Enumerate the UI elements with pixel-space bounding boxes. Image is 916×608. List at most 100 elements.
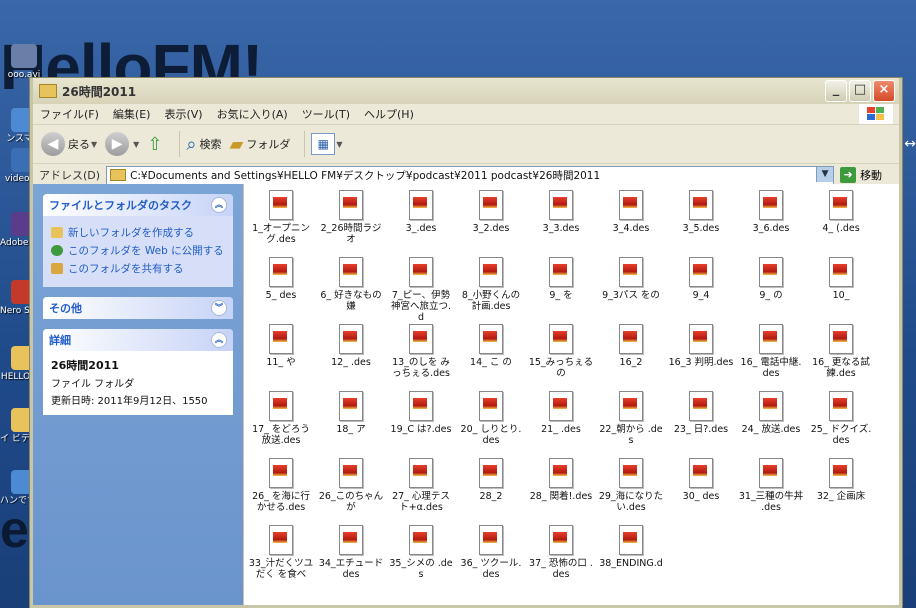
file-item[interactable]: 9_3パス をの [598,257,664,301]
file-item[interactable]: 33_汁だくツユだく を食べ [248,525,314,580]
file-item[interactable]: 35_シメの .des [388,525,454,580]
file-item[interactable]: 30_ des [668,458,734,502]
file-item[interactable]: 11_ や [248,324,314,368]
des-file-icon [479,257,503,287]
file-item[interactable]: 25_ ドクイズ.des [808,391,874,446]
resize-cursor-icon: ↔ [904,136,916,152]
file-name: 8_小野くんの計画.des [461,290,521,312]
folders-icon: ▰ [229,133,244,155]
tasks-panel-header[interactable]: ファイルとフォルダのタスク ︽ [43,194,233,216]
file-item[interactable]: 3_5.des [668,190,734,234]
other-panel-header[interactable]: その他 ︾ [43,297,233,319]
file-item[interactable]: 15_みっちぇるの [528,324,594,379]
file-item[interactable]: 34_エチュード des [318,525,384,580]
file-item[interactable]: 26_ を海に行かせる.des [248,458,314,513]
file-item[interactable]: 3_3.des [528,190,594,234]
file-item[interactable]: 22_朝から .des [598,391,664,446]
file-item[interactable]: 16_ 電話中継.des [738,324,804,379]
file-item[interactable]: 6_ 好きなもの嫌 [318,257,384,312]
address-dropdown-icon[interactable]: ▼ [816,166,834,182]
file-item[interactable]: 18_ ア [318,391,384,435]
file-name: 23_ 日?.des [673,424,729,435]
des-file-icon [619,391,643,421]
des-file-icon [549,190,573,220]
menu-edit[interactable]: 編集(E) [106,106,158,122]
file-item[interactable]: 9_4 [668,257,734,301]
file-list-view[interactable]: 1_オープニング.des 2_26時間ラジオ 3_.des 3_2.des 3_3.de… [243,184,899,605]
file-item[interactable]: 16_3 判明.des [668,324,734,368]
des-file-icon [689,257,713,287]
content-area: ファイルとフォルダのタスク ︽ 新しいフォルダを作成する このフォルダを Web… [33,184,899,605]
file-item[interactable]: 5_ des [248,257,314,301]
file-item[interactable]: 28_ 関着!.des [528,458,594,502]
close-button[interactable]: × [873,80,895,102]
file-item[interactable]: 27_ 心理テスト+α.des [388,458,454,513]
search-button[interactable]: ⌕ 検索 [186,134,221,155]
menu-tools[interactable]: ツール(T) [295,106,357,122]
menu-file[interactable]: ファイル(F) [33,106,106,122]
file-item[interactable]: 2_26時間ラジオ [318,190,384,245]
back-button[interactable]: ◀ 戻る ▼ [41,132,97,156]
file-item[interactable]: 28_2 [458,458,524,502]
expand-icon[interactable]: ︾ [211,300,227,316]
maximize-button[interactable]: □ [849,80,871,102]
file-item[interactable]: 16_2 [598,324,664,368]
menu-help[interactable]: ヘルプ(H) [357,106,421,122]
menu-view[interactable]: 表示(V) [157,106,209,122]
details-folder-name: 26時間2011 [51,359,119,372]
file-item[interactable]: 24_ 放送.des [738,391,804,435]
desktop-icon[interactable]: ooo.avi [0,44,48,81]
file-item[interactable]: 17_ をどろう放送.des [248,391,314,446]
minimize-button[interactable]: _ [825,80,847,102]
file-item[interactable]: 38_ENDING.d [598,525,664,569]
title-bar[interactable]: 26時間2011 _ □ × [33,78,899,104]
file-item[interactable]: 3_4.des [598,190,664,234]
folders-button[interactable]: ▰ フォルダ [230,134,291,155]
des-file-icon [269,391,293,421]
file-item[interactable]: 37_ 恐怖の口 .des [528,525,594,580]
file-item[interactable]: 9_ を [528,257,594,301]
file-item[interactable]: 13_のしを みっちぇる.des [388,324,454,379]
collapse-icon[interactable]: ︽ [211,197,227,213]
file-item[interactable]: 31_三種の牛丼 .des [738,458,804,513]
new-folder-link[interactable]: 新しいフォルダを作成する [51,225,225,240]
file-name: 26_このちゃんが [318,491,384,513]
file-item[interactable]: 20_ しりとり.des [458,391,524,446]
des-file-icon [689,458,713,488]
file-item[interactable]: 12_ .des [318,324,384,368]
forward-arrow-icon: ▶ [105,132,130,156]
details-panel-header[interactable]: 詳細 ︽ [43,329,233,351]
publish-web-link[interactable]: このフォルダを Web に公開する [51,243,225,258]
file-item[interactable]: 21_ .des [528,391,594,435]
file-item[interactable]: 3_.des [388,190,454,234]
des-file-icon [549,324,573,354]
file-item[interactable]: 8_小野くんの計画.des [458,257,524,312]
collapse-icon[interactable]: ︽ [211,332,227,348]
file-name: 3_4.des [612,223,650,234]
file-item[interactable]: 29_海になりたい.des [598,458,664,513]
file-item[interactable]: 9_ の [738,257,804,301]
file-item[interactable]: 19_C は?.des [388,391,454,435]
up-folder-button[interactable]: ⇧ [147,134,165,155]
new-folder-label: 新しいフォルダを作成する [68,227,194,239]
file-item[interactable]: 4_ (.des [808,190,874,234]
file-item[interactable]: 32_ 企画床 [808,458,874,502]
menu-favorites[interactable]: お気に入り(A) [210,106,295,122]
file-item[interactable]: 23_ 日?.des [668,391,734,435]
file-item[interactable]: 16_ 更なる試練.des [808,324,874,379]
file-item[interactable]: 36_ ツクール.des [458,525,524,580]
forward-button[interactable]: ▶ ▼ [105,132,139,156]
views-button[interactable]: ▦ ▼ [311,133,343,155]
file-item[interactable]: 3_6.des [738,190,804,234]
file-item[interactable]: 3_2.des [458,190,524,234]
file-name: 9_3パス をの [602,290,660,301]
menu-bar: ファイル(F) 編集(E) 表示(V) お気に入り(A) ツール(T) ヘルプ(… [33,104,899,125]
address-input[interactable]: C:¥Documents and Settings¥HELLO FM¥デスクトッ… [106,165,835,185]
go-button[interactable]: ➜ 移動 [840,167,882,183]
file-item[interactable]: 7_ピー、伊勢神宮へ旅立つ.d [388,257,454,323]
file-item[interactable]: 14_ こ の [458,324,524,368]
file-item[interactable]: 26_このちゃんが [318,458,384,513]
file-item[interactable]: 10_ [808,257,874,301]
file-item[interactable]: 1_オープニング.des [248,190,314,245]
share-folder-link[interactable]: このフォルダを共有する [51,261,225,276]
